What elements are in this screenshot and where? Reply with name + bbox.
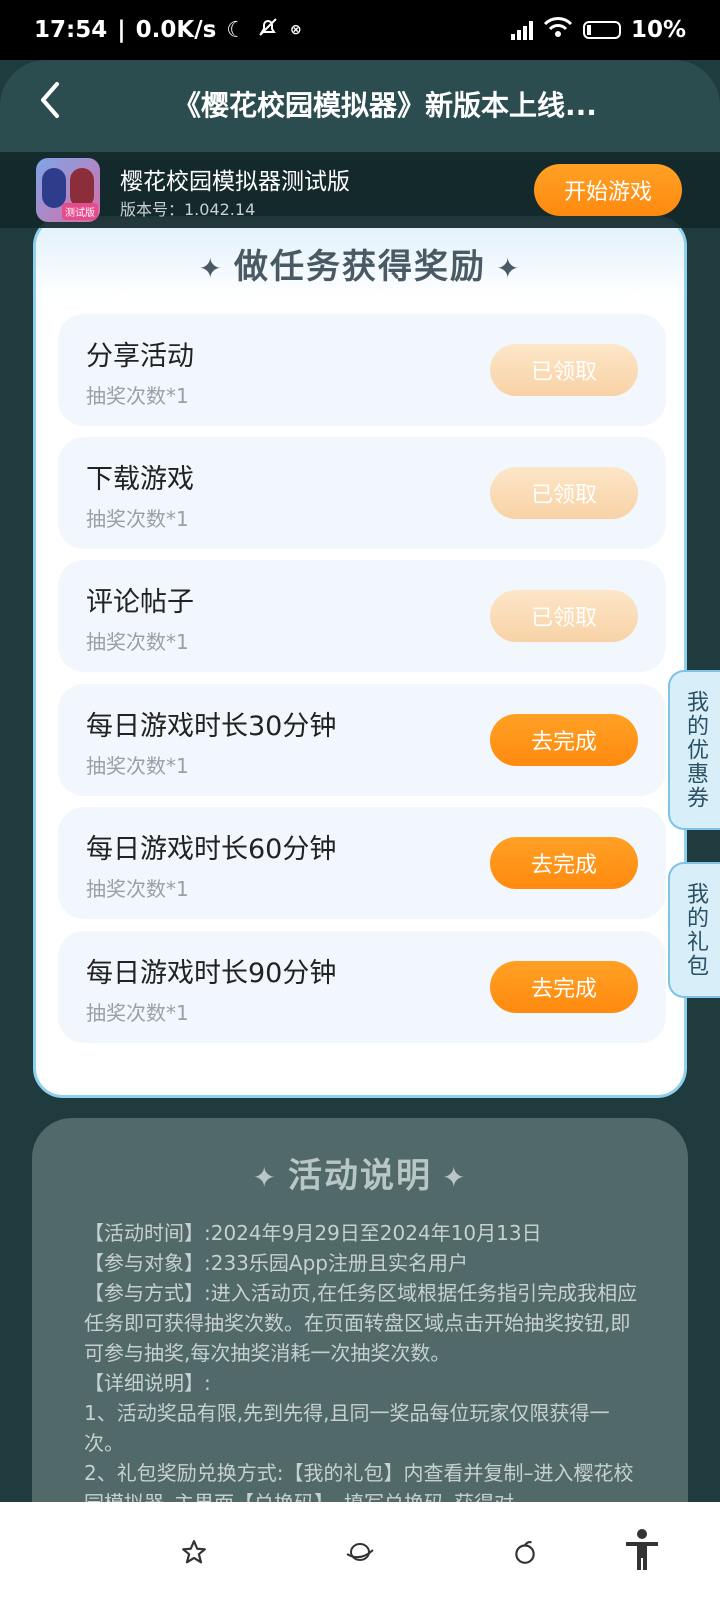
description-card: ✦ 活动说明 ✦ 【活动时间】:2024年9月29日至2024年10月13日 【参与…: [32, 1118, 688, 1548]
app-strip: 测试版 樱花校园模拟器测试版 版本号：1.042.14 开始游戏: [0, 152, 720, 228]
my-coupons-tab[interactable]: 我的优惠券: [668, 670, 720, 830]
status-right: 10%: [510, 16, 686, 44]
sparkle-icon: ✦: [252, 1161, 278, 1194]
description-line: 【参与对象】:233乐园App注册且实名用户: [84, 1251, 468, 1275]
clock: 17:54: [34, 17, 108, 43]
task-reward: 抽奖次数*1: [86, 1001, 189, 1025]
page-title: 《樱花校园模拟器》新版本上线...: [173, 89, 597, 122]
task-name: 每日游戏时长30分钟: [86, 711, 337, 742]
accessibility-icon[interactable]: [620, 1528, 664, 1572]
status-left: 17:54 | 0.0K/s ☾ ⊗: [34, 15, 302, 45]
go-complete-button[interactable]: 去完成: [490, 714, 638, 766]
go-complete-button[interactable]: 去完成: [490, 961, 638, 1013]
back-icon[interactable]: [30, 80, 70, 124]
task-item-play-90: 每日游戏时长90分钟 抽奖次数*1 去完成: [58, 931, 666, 1043]
signal-icon: [510, 20, 533, 40]
task-reward: 抽奖次数*1: [86, 754, 189, 778]
task-reward: 抽奖次数*1: [86, 877, 189, 901]
wifi-icon: [543, 16, 573, 44]
bottom-nav: [0, 1502, 720, 1600]
description-body: 【活动时间】:2024年9月29日至2024年10月13日 【参与对象】:233…: [84, 1218, 648, 1518]
task-item-download: 下载游戏 抽奖次数*1 已领取: [58, 437, 666, 549]
network-speed: 0.0K/s: [135, 17, 217, 43]
claimed-button[interactable]: 已领取: [490, 467, 638, 519]
battery-icon: [582, 21, 621, 39]
start-game-button[interactable]: 开始游戏: [534, 164, 682, 216]
star-icon[interactable]: [174, 1532, 214, 1572]
claimed-button[interactable]: 已领取: [490, 344, 638, 396]
coupons-tab-label: 我的优惠券: [683, 690, 708, 810]
task-name: 分享活动: [86, 341, 194, 372]
task-item-share: 分享活动 抽奖次数*1 已领取: [58, 314, 666, 426]
notification-icon: ⊗: [290, 22, 302, 38]
app-version: 版本号：1.042.14: [120, 200, 256, 219]
task-item-comment: 评论帖子 抽奖次数*1 已领取: [58, 560, 666, 672]
fruit-icon[interactable]: [505, 1532, 545, 1572]
task-card-title: ✦ 做任务获得奖励 ✦: [198, 247, 522, 287]
battery-level: 10%: [630, 17, 686, 43]
sparkle-icon: ✦: [442, 1161, 468, 1194]
planet-icon[interactable]: [340, 1532, 380, 1572]
header: 《樱花校园模拟器》新版本上线...: [0, 60, 720, 160]
description-line: 【活动时间】:2024年9月29日至2024年10月13日: [84, 1221, 542, 1245]
task-reward: 抽奖次数*1: [86, 507, 189, 531]
status-bar: 17:54 | 0.0K/s ☾ ⊗ 10%: [0, 0, 720, 60]
task-name: 下载游戏: [86, 464, 194, 495]
task-card: ✦ 做任务获得奖励 ✦ 分享活动 抽奖次数*1 已领取 下载游戏 抽奖次数*1 已领…: [33, 216, 687, 1098]
description-line: 【参与方式】:进入活动页,在任务区域根据任务指引完成我相应任务即可获得抽奖次数。…: [84, 1281, 638, 1365]
my-gifts-tab[interactable]: 我的礼包: [668, 862, 720, 998]
gifts-tab-label: 我的礼包: [683, 882, 708, 978]
app-name: 樱花校园模拟器测试版: [120, 169, 350, 195]
mute-bell-icon: [256, 15, 280, 45]
go-complete-button[interactable]: 去完成: [490, 837, 638, 889]
task-name: 评论帖子: [86, 587, 194, 618]
moon-icon: ☾: [226, 17, 247, 43]
claimed-button[interactable]: 已领取: [490, 590, 638, 642]
task-name: 每日游戏时长60分钟: [86, 834, 337, 865]
sparkle-icon: ✦: [496, 252, 522, 285]
task-name: 每日游戏时长90分钟: [86, 958, 337, 989]
task-reward: 抽奖次数*1: [86, 630, 189, 654]
description-title: ✦ 活动说明 ✦: [252, 1156, 468, 1196]
app-icon[interactable]: 测试版: [36, 158, 100, 222]
task-item-play-60: 每日游戏时长60分钟 抽奖次数*1 去完成: [58, 807, 666, 919]
description-line: 【详细说明】:: [84, 1371, 211, 1395]
task-item-play-30: 每日游戏时长30分钟 抽奖次数*1 去完成: [58, 684, 666, 796]
app-icon-tag: 测试版: [62, 203, 98, 220]
task-reward: 抽奖次数*1: [86, 384, 189, 408]
sparkle-icon: ✦: [198, 252, 224, 285]
description-line: 1、活动奖品有限,先到先得,且同一奖品每位玩家仅限获得一次。: [84, 1401, 610, 1455]
